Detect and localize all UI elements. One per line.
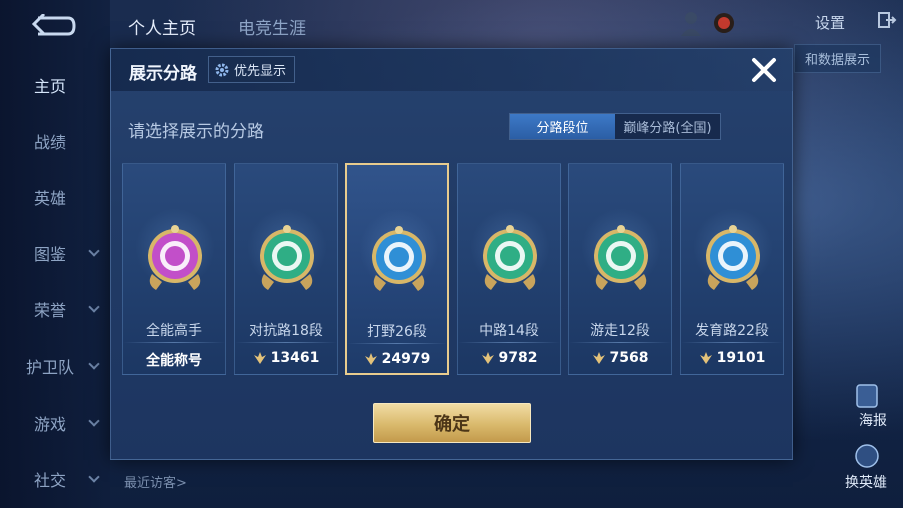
chevron-down-icon xyxy=(88,358,100,370)
lane-card-stat: 7568 xyxy=(569,350,671,366)
lane-card[interactable]: 对抗路18段 13461 xyxy=(234,163,338,375)
nav-item-label: 社交 xyxy=(34,471,67,490)
power-points-icon xyxy=(592,352,605,364)
swap-hero-button[interactable]: 换英雄 xyxy=(845,472,887,492)
nav-item-games[interactable]: 游戏 xyxy=(0,408,110,438)
lane-card-list: 全能高手 全能称号 对抗路18段 13461 打野26段 24979 中路14段 9782 游走… xyxy=(122,163,784,375)
nav-item-label: 战绩 xyxy=(34,133,67,152)
dialog-header: 展示分路 优先显示 xyxy=(111,49,794,91)
toggle-peak-lane[interactable]: 巅峰分路(全国) xyxy=(615,114,720,139)
lane-card-divider xyxy=(235,342,337,343)
settings-button[interactable]: 设置 xyxy=(815,12,845,33)
lane-card-name: 全能高手 xyxy=(146,323,202,339)
farm-lane-emblem-icon xyxy=(706,225,760,290)
top-tabs: 个人主页 电竞生涯 xyxy=(128,14,306,39)
lane-card-stat-value: 13461 xyxy=(270,350,320,366)
vip-badge-icon xyxy=(714,13,734,33)
chevron-down-icon xyxy=(88,245,100,257)
right-actions: 海报 换英雄 xyxy=(823,380,903,508)
lane-card-name: 发育路22段 xyxy=(695,323,769,339)
left-nav: 主页 战绩 英雄 图鉴 荣誉 护卫队 游戏 社交 xyxy=(0,0,110,508)
nav-item-record[interactable]: 战绩 xyxy=(0,126,110,156)
top-right-bar: 设置 和数据展示 xyxy=(663,0,903,73)
nav-item-label: 英雄 xyxy=(34,189,67,208)
chevron-down-icon xyxy=(88,301,100,313)
lane-card-stat-value: 全能称号 xyxy=(146,353,202,369)
nav-item-heroes[interactable]: 英雄 xyxy=(0,182,110,212)
nav-item-home[interactable]: 主页 xyxy=(0,70,110,100)
jungle-emblem-icon xyxy=(372,226,426,291)
lane-card-divider xyxy=(123,342,225,343)
priority-display-label: 优先显示 xyxy=(234,64,287,79)
display-lane-dialog: 展示分路 优先显示 请选择展示的分路 分路段位 巅峰分路(全国) 全能高手全能称… xyxy=(110,48,794,460)
lane-card-name: 对抗路18段 xyxy=(249,323,323,339)
lane-card-stat: 全能称号 xyxy=(123,350,225,370)
lane-card[interactable]: 发育路22段 19101 xyxy=(680,163,784,375)
lane-card[interactable]: 游走12段 7568 xyxy=(568,163,672,375)
exit-icon[interactable] xyxy=(877,10,897,30)
lane-card[interactable]: 中路14段 9782 xyxy=(457,163,561,375)
priority-display-button[interactable]: 优先显示 xyxy=(208,56,296,83)
lane-card-divider xyxy=(347,343,447,344)
tab-esports-career[interactable]: 电竞生涯 xyxy=(238,14,306,39)
swap-hero-icon[interactable] xyxy=(853,442,881,470)
dialog-title: 展示分路 xyxy=(129,64,197,84)
gear-icon xyxy=(215,63,229,76)
chevron-down-icon xyxy=(88,415,100,427)
clash-lane-emblem-icon xyxy=(260,225,314,290)
lane-card-divider xyxy=(681,342,783,343)
lane-card-divider xyxy=(458,342,560,343)
toggle-lane-rank[interactable]: 分路段位 xyxy=(510,114,615,139)
nav-item-codex[interactable]: 图鉴 xyxy=(0,238,110,268)
close-icon[interactable] xyxy=(749,55,779,85)
poster-button[interactable]: 海报 xyxy=(859,410,887,430)
lane-card-stat-value: 24979 xyxy=(381,351,431,367)
lane-card-stat: 13461 xyxy=(235,350,337,366)
lane-card-stat-value: 7568 xyxy=(609,350,649,366)
lane-card[interactable]: 打野26段 24979 xyxy=(345,163,449,375)
avatar-silhouette-icon[interactable] xyxy=(679,10,703,36)
recent-visitors-link[interactable]: 最近访客> xyxy=(124,472,187,491)
lane-card-name: 打野26段 xyxy=(367,324,427,340)
nav-item-label: 图鉴 xyxy=(34,245,67,264)
nav-item-label: 主页 xyxy=(34,77,67,96)
roam-emblem-icon xyxy=(594,225,648,290)
lane-card-divider xyxy=(569,342,671,343)
poster-icon[interactable] xyxy=(853,382,881,410)
all-round-emblem-icon xyxy=(148,225,202,290)
power-points-icon xyxy=(481,352,494,364)
dialog-prompt: 请选择展示的分路 xyxy=(128,122,264,142)
lane-card-name: 中路14段 xyxy=(479,323,539,339)
lane-card-name: 游走12段 xyxy=(590,323,650,339)
power-points-icon xyxy=(699,352,712,364)
lane-mode-toggle: 分路段位 巅峰分路(全国) xyxy=(509,113,721,140)
power-points-icon xyxy=(253,352,266,364)
tab-personal-home[interactable]: 个人主页 xyxy=(128,14,196,39)
confirm-button[interactable]: 确定 xyxy=(373,403,531,443)
back-arrow-icon[interactable] xyxy=(28,14,76,38)
nav-item-label: 护卫队 xyxy=(26,358,75,377)
lane-card-stat: 19101 xyxy=(681,350,783,366)
lane-card-stat-value: 19101 xyxy=(716,350,766,366)
power-points-icon xyxy=(364,353,377,365)
lane-card-stat-value: 9782 xyxy=(498,350,538,366)
nav-item-label: 游戏 xyxy=(34,415,67,434)
mid-lane-emblem-icon xyxy=(483,225,537,290)
nav-item-label: 荣誉 xyxy=(34,301,67,320)
lane-card-stat: 24979 xyxy=(347,351,447,367)
lane-card-stat: 9782 xyxy=(458,350,560,366)
nav-item-guard-team[interactable]: 护卫队 xyxy=(0,351,110,381)
nav-item-social[interactable]: 社交 xyxy=(0,464,110,494)
data-display-button[interactable]: 和数据展示 xyxy=(793,44,881,73)
lane-card[interactable]: 全能高手 全能称号 xyxy=(122,163,226,375)
chevron-down-icon xyxy=(88,471,100,483)
nav-item-honor[interactable]: 荣誉 xyxy=(0,294,110,324)
